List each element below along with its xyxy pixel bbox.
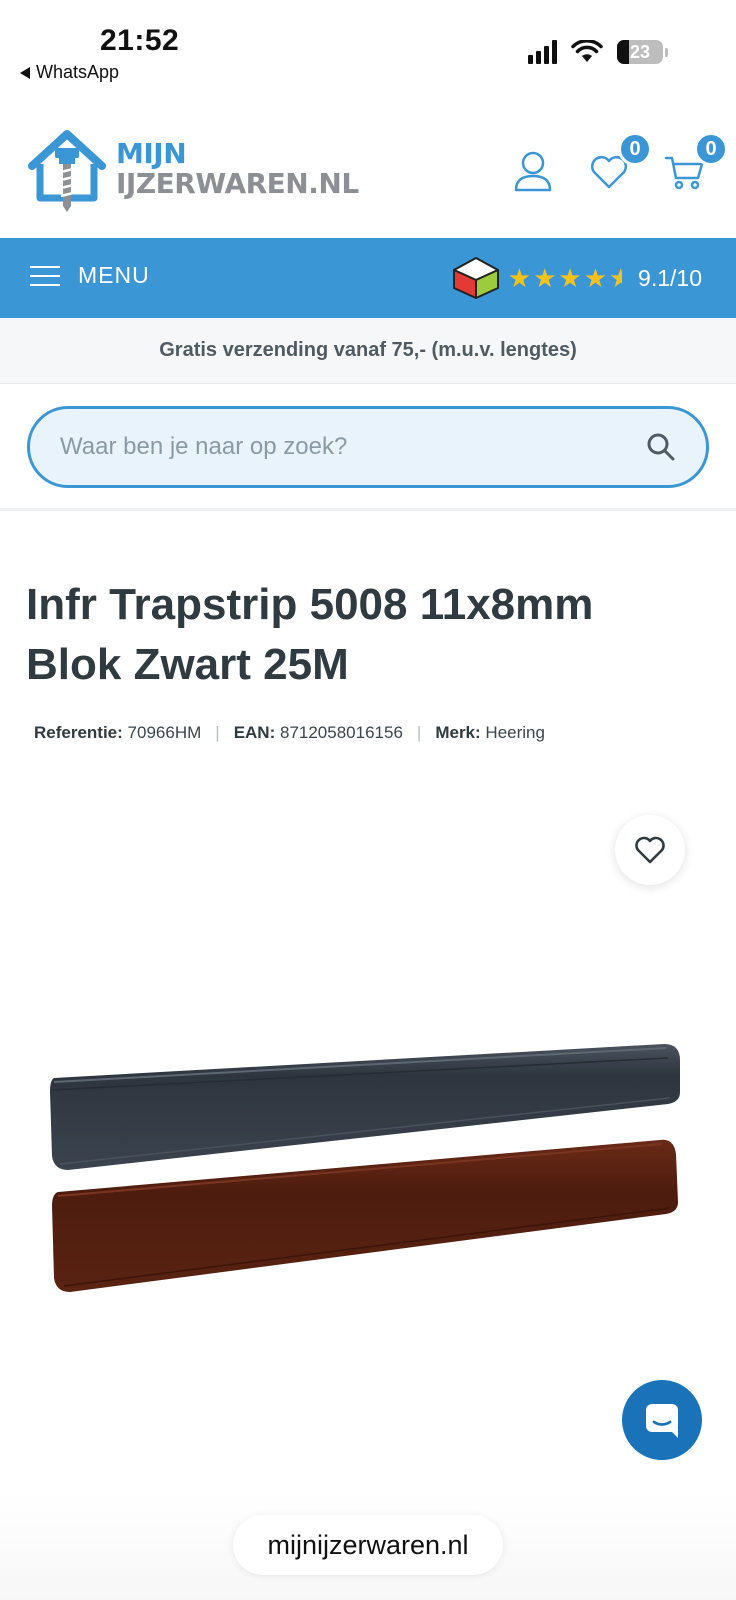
wifi-icon — [571, 40, 603, 62]
brand-info: Merk: Heering — [435, 723, 545, 743]
search-bar — [27, 406, 709, 488]
reference-info: Referentie: 70966HM — [34, 723, 201, 743]
meta-separator: | — [215, 723, 220, 742]
product-image[interactable] — [40, 1030, 700, 1330]
chat-icon — [646, 1404, 678, 1438]
battery-icon: 23 — [617, 40, 663, 64]
battery-level: 23 — [629, 41, 651, 62]
product-meta: Referentie: 70966HM | EAN: 8712058016156… — [34, 723, 545, 743]
brand-value: Heering — [485, 723, 545, 742]
status-icons: 23 — [528, 40, 668, 64]
browser-url-pill[interactable]: mijnijzerwaren.nl — [233, 1515, 503, 1575]
logo-text-line1: MIJN — [116, 137, 187, 170]
search-icon[interactable] — [646, 432, 676, 462]
review-badge-logo-icon — [452, 257, 499, 299]
cellular-signal-icon — [528, 40, 557, 64]
status-bar: 21:52 WhatsApp 23 — [0, 0, 736, 95]
user-icon — [514, 151, 552, 192]
site-logo[interactable]: MIJN IJZERWAREN.NL — [26, 126, 359, 212]
star-icon: ★ — [507, 263, 532, 293]
reference-label: Referentie: — [34, 723, 123, 742]
battery-cap — [665, 47, 668, 57]
site-header: MIJN IJZERWAREN.NL 0 0 — [0, 110, 736, 238]
menu-bar: MENU ★ ★ ★ ★ ★ 9.1/10 — [0, 238, 736, 318]
cart-count-badge: 0 — [694, 132, 728, 166]
back-to-app-link[interactable]: WhatsApp — [20, 62, 119, 83]
status-time: 21:52 — [100, 24, 180, 57]
search-input[interactable] — [60, 433, 646, 461]
star-icon: ★ — [558, 263, 582, 293]
wishlist-button[interactable]: 0 — [588, 132, 652, 192]
ean-label: EAN: — [233, 723, 276, 742]
reference-value: 70966HM — [127, 723, 202, 742]
heart-icon — [635, 836, 665, 864]
ean-info: EAN: 8712058016156 — [234, 723, 403, 743]
header-actions: 0 0 — [512, 132, 728, 192]
account-button[interactable] — [512, 150, 554, 192]
live-chat-button[interactable] — [622, 1380, 702, 1460]
shipping-notice: Gratis verzending vanaf 75,- (m.u.v. len… — [0, 318, 736, 384]
ean-value: 8712058016156 — [279, 723, 403, 742]
logo-text-line2: IJZERWAREN.NL — [116, 167, 359, 200]
star-rating: ★ ★ ★ ★ ★ — [508, 265, 622, 291]
product-title: Infr Trapstrip 5008 11x8mm Blok Zwart 25… — [26, 580, 594, 689]
menu-label: MENU — [78, 262, 150, 288]
meta-separator: | — [416, 723, 422, 742]
half-star-icon: ★ — [609, 265, 623, 291]
rating-score: 9.1/10 — [638, 264, 702, 291]
wishlist-count-badge: 0 — [618, 132, 652, 166]
menu-button[interactable]: MENU — [30, 262, 150, 289]
star-icon: ★ — [533, 263, 557, 293]
hamburger-icon — [30, 265, 60, 286]
star-icon: ★ — [583, 263, 608, 293]
house-screw-logo-icon — [28, 130, 106, 212]
divider — [0, 508, 736, 511]
back-app-label: WhatsApp — [36, 62, 120, 82]
brand-label: Merk: — [435, 723, 481, 742]
back-triangle-icon — [20, 66, 30, 79]
add-to-wishlist-button[interactable] — [615, 815, 685, 885]
review-rating[interactable]: ★ ★ ★ ★ ★ 9.1/10 — [452, 256, 702, 300]
cart-button[interactable]: 0 — [664, 132, 728, 192]
